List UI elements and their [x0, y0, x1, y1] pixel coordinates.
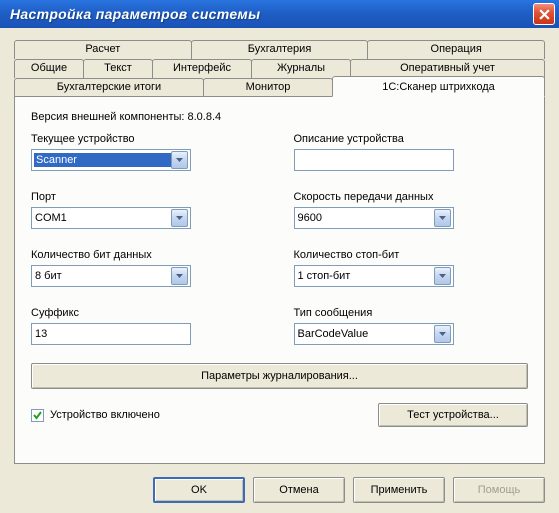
tab-operatsia[interactable]: Операция	[367, 40, 545, 59]
label-databits: Количество бит данных	[31, 249, 266, 261]
tab-obschie[interactable]: Общие	[14, 59, 84, 78]
window-body: Расчет Бухгалтерия Операция Общие Текст …	[0, 28, 559, 513]
lower-row: Устройство включено Тест устройства...	[31, 403, 528, 427]
window-title: Настройка параметров системы	[10, 6, 260, 22]
chevron-down-icon	[171, 151, 188, 169]
suffix-input[interactable]	[31, 323, 191, 345]
chevron-down-icon	[434, 209, 451, 227]
device-enabled-checkbox[interactable]: Устройство включено	[31, 409, 378, 422]
stopbits-dropdown[interactable]: 1 стоп-бит	[294, 265, 454, 287]
databits-value: 8 бит	[35, 270, 171, 282]
label-stopbits: Количество стоп-бит	[294, 249, 529, 261]
tab-buh-itogi[interactable]: Бухгалтерские итоги	[14, 78, 204, 97]
baud-value: 9600	[298, 212, 434, 224]
msgtype-dropdown[interactable]: BarCodeValue	[294, 323, 454, 345]
baud-dropdown[interactable]: 9600	[294, 207, 454, 229]
description-field[interactable]	[298, 154, 450, 166]
ok-button[interactable]: OK	[153, 477, 245, 503]
device-dropdown[interactable]: Scanner	[31, 149, 191, 171]
chevron-down-icon	[171, 209, 188, 227]
label-port: Порт	[31, 191, 266, 203]
help-button[interactable]: Помощь	[453, 477, 545, 503]
tab-monitor[interactable]: Монитор	[203, 78, 333, 97]
device-value: Scanner	[34, 153, 172, 167]
tab-raschet[interactable]: Расчет	[14, 40, 192, 59]
chevron-down-icon	[434, 325, 451, 343]
chevron-down-icon	[171, 267, 188, 285]
form-grid: Текущее устройство Scanner Описание устр…	[31, 133, 528, 345]
tabs: Расчет Бухгалтерия Операция Общие Текст …	[14, 40, 545, 464]
journal-params-button[interactable]: Параметры журналирования...	[31, 363, 528, 389]
dialog-buttons: OK Отмена Применить Помощь	[153, 477, 545, 503]
checkbox-box	[31, 409, 44, 422]
label-msgtype: Тип сообщения	[294, 307, 529, 319]
version-label: Версия внешней компоненты: 8.0.8.4	[31, 111, 528, 123]
check-icon	[33, 411, 42, 420]
tab-row-3: Бухгалтерские итоги Монитор 1С:Сканер шт…	[14, 78, 545, 97]
title-bar: Настройка параметров системы	[0, 0, 559, 28]
databits-dropdown[interactable]: 8 бит	[31, 265, 191, 287]
apply-button[interactable]: Применить	[353, 477, 445, 503]
label-device: Текущее устройство	[31, 133, 266, 145]
label-description: Описание устройства	[294, 133, 529, 145]
tab-row-1: Расчет Бухгалтерия Операция	[14, 40, 545, 59]
tab-panel: Версия внешней компоненты: 8.0.8.4 Текущ…	[14, 96, 545, 464]
port-value: COM1	[35, 212, 171, 224]
close-button[interactable]	[533, 3, 555, 25]
tab-scanner[interactable]: 1С:Сканер штрихкода	[332, 76, 545, 97]
checkbox-label: Устройство включено	[50, 409, 160, 421]
stopbits-value: 1 стоп-бит	[298, 270, 434, 282]
msgtype-value: BarCodeValue	[298, 328, 434, 340]
close-icon	[539, 9, 550, 20]
label-baud: Скорость передачи данных	[294, 191, 529, 203]
test-device-button[interactable]: Тест устройства...	[378, 403, 528, 427]
port-dropdown[interactable]: COM1	[31, 207, 191, 229]
tab-buhgalteria[interactable]: Бухгалтерия	[191, 40, 369, 59]
label-suffix: Суффикс	[31, 307, 266, 319]
tab-tekst[interactable]: Текст	[83, 59, 153, 78]
suffix-field[interactable]	[35, 328, 187, 340]
chevron-down-icon	[434, 267, 451, 285]
tab-interface[interactable]: Интерфейс	[152, 59, 252, 78]
description-input[interactable]	[294, 149, 454, 171]
cancel-button[interactable]: Отмена	[253, 477, 345, 503]
